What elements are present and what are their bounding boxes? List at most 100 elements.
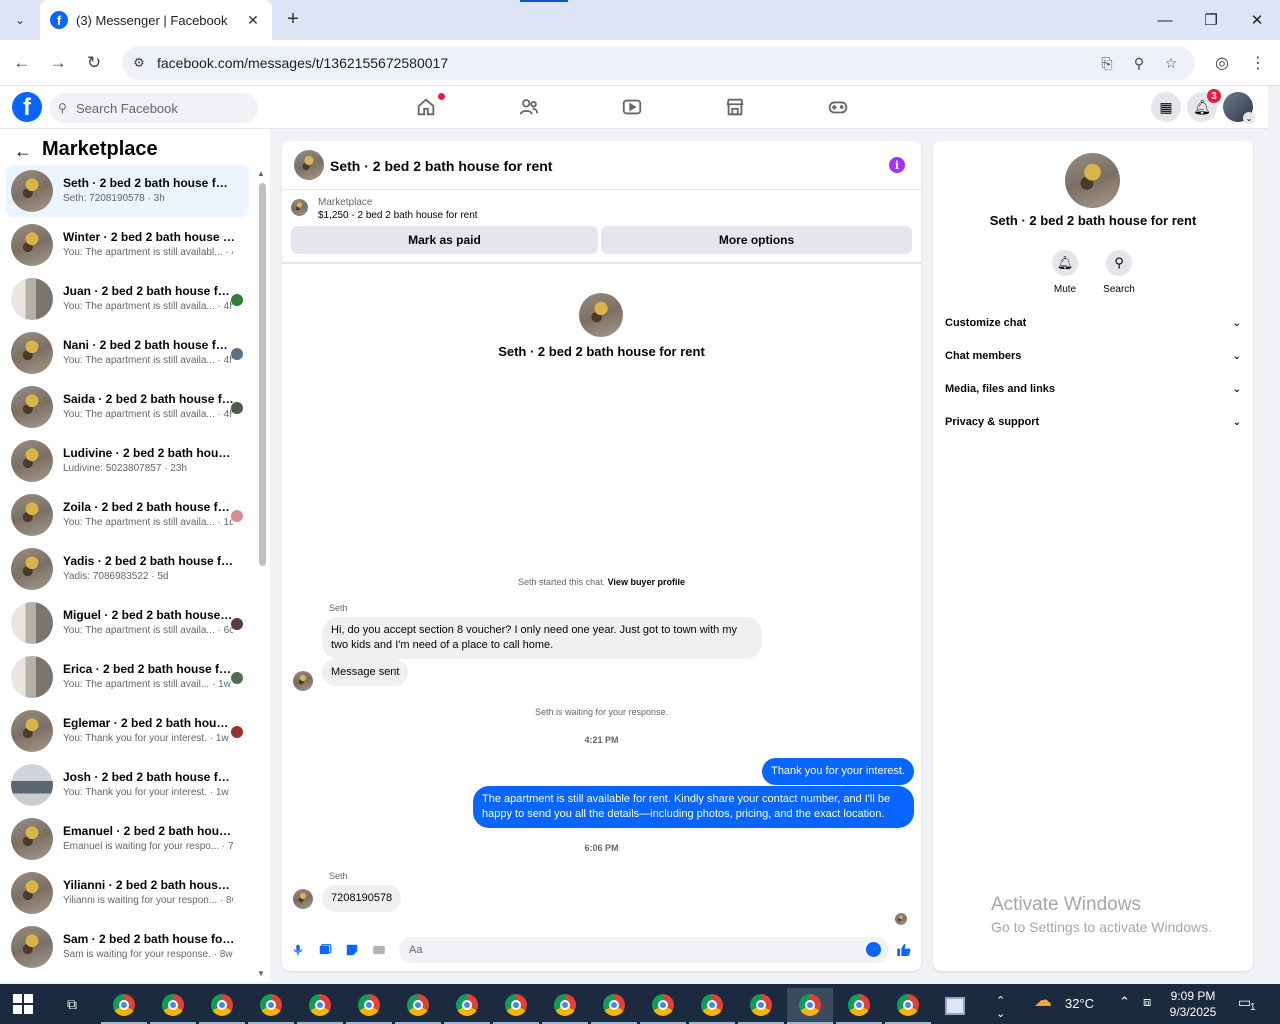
new-tab-icon[interactable]: + xyxy=(282,8,304,30)
page-scrollbar[interactable] xyxy=(1268,86,1280,982)
friends-icon[interactable] xyxy=(518,96,542,120)
incoming-message[interactable]: Hi, do you accept section 8 voucher? I o… xyxy=(322,617,762,659)
weather-icon[interactable]: ☁ xyxy=(1034,990,1052,1011)
mute-button[interactable]: 🔔︎ Mute xyxy=(1040,250,1090,295)
outgoing-message[interactable]: Thank you for your interest. xyxy=(762,758,914,785)
conversation-item[interactable]: Miguel · 2 bed 2 bath house for rent You… xyxy=(6,597,249,649)
incoming-message[interactable]: Message sent xyxy=(322,659,409,686)
sidebar-scrollbar[interactable] xyxy=(259,183,266,566)
sticker-icon[interactable] xyxy=(343,941,361,959)
back-arrow-icon[interactable]: ← xyxy=(14,141,32,162)
chrome-taskbar-icon[interactable] xyxy=(836,988,882,1024)
notification-center-icon[interactable]: ▭ 1 xyxy=(1238,994,1260,1014)
chrome-taskbar-icon[interactable] xyxy=(297,988,343,1024)
chrome-taskbar-icon[interactable] xyxy=(150,988,196,1024)
conversation-item[interactable]: Sam · 2 bed 2 bath house for rent Sam is… xyxy=(6,921,249,973)
chrome-taskbar-icon[interactable] xyxy=(101,988,147,1024)
browser-tab[interactable]: f (3) Messenger | Facebook ✕ xyxy=(40,0,272,40)
listing-title[interactable]: $1,250 - 2 bed 2 bath house for rent xyxy=(318,210,478,221)
conversation-item[interactable]: Eglemar · 2 bed 2 bath house for rent Yo… xyxy=(6,705,249,757)
message-input[interactable]: Aa xyxy=(399,937,889,963)
conversation-item[interactable]: Josh · 2 bed 2 bath house for rent You: … xyxy=(6,759,249,811)
url-text[interactable]: facebook.com/messages/t/1362155672580017 xyxy=(157,55,448,71)
facebook-search-input[interactable]: ⚲ Search Facebook xyxy=(50,93,258,123)
conversation-item[interactable]: Winter · 2 bed 2 bath house for rent You… xyxy=(6,219,249,271)
window-close-icon[interactable]: ✕ xyxy=(1244,8,1270,32)
video-icon[interactable] xyxy=(621,96,645,120)
chrome-taskbar-icon[interactable] xyxy=(248,988,294,1024)
menu-grid-icon[interactable]: ▦ xyxy=(1151,92,1181,122)
chrome-taskbar-icon[interactable] xyxy=(640,988,686,1024)
facebook-logo-icon[interactable]: f xyxy=(12,92,42,122)
scroll-down-icon[interactable]: ▼ xyxy=(257,969,265,978)
microphone-icon[interactable] xyxy=(289,941,307,959)
mark-as-paid-button[interactable]: Mark as paid xyxy=(291,226,598,254)
chat-title[interactable]: Seth · 2 bed 2 bath house for rent xyxy=(330,158,552,174)
hidden-icons-chevron-icon[interactable]: ⌃ xyxy=(1119,994,1130,1010)
marketplace-icon[interactable] xyxy=(724,96,748,120)
conversation-item[interactable]: Nani · 2 bed 2 bath house for rent You: … xyxy=(6,327,249,379)
search-conversation-button[interactable]: ⚲ Search xyxy=(1094,250,1144,295)
thumbs-up-icon[interactable] xyxy=(895,941,913,959)
conversation-item[interactable]: Erica · 2 bed 2 bath house for rent You:… xyxy=(6,651,249,703)
chrome-taskbar-icon[interactable] xyxy=(199,988,245,1024)
tray-expand-icon[interactable]: ⌃ ⌄ xyxy=(996,994,1005,1020)
conversation-item[interactable]: Juan · 2 bed 2 bath house for rent You: … xyxy=(6,273,249,325)
conversation-item[interactable]: Seth · 2 bed 2 bath house for rent Seth:… xyxy=(6,165,249,217)
back-icon[interactable]: ← xyxy=(10,51,34,75)
reload-icon[interactable]: ↻ xyxy=(82,51,106,75)
bookmark-star-icon[interactable]: ☆ xyxy=(1162,54,1180,72)
chrome-taskbar-icon[interactable] xyxy=(689,988,735,1024)
system-clock[interactable]: 9:09 PM 9/3/2025 xyxy=(1163,988,1223,1020)
network-icon[interactable]: ⧈ xyxy=(1143,994,1151,1010)
more-options-button[interactable]: More options xyxy=(601,226,912,254)
minimize-icon[interactable]: — xyxy=(1152,8,1178,32)
chrome-taskbar-icon-active[interactable] xyxy=(787,988,833,1024)
home-icon[interactable] xyxy=(415,93,445,120)
photo-icon[interactable] xyxy=(316,941,334,959)
chrome-menu-icon[interactable]: ⋮ xyxy=(1247,52,1269,74)
windows-start-icon[interactable] xyxy=(13,994,33,1014)
task-view-icon[interactable]: ⧉ xyxy=(62,994,82,1014)
gif-icon[interactable] xyxy=(370,941,388,959)
install-app-icon[interactable]: ⎘ xyxy=(1098,54,1116,72)
conversation-item[interactable]: Saida · 2 bed 2 bath house for rent You:… xyxy=(6,381,249,433)
temperature[interactable]: 32°C xyxy=(1065,996,1094,1011)
gaming-icon[interactable] xyxy=(827,96,851,120)
view-buyer-profile-link[interactable]: View buyer profile xyxy=(608,577,685,587)
restore-icon[interactable]: ❐ xyxy=(1198,8,1224,32)
search-placeholder: Search Facebook xyxy=(76,100,178,116)
outgoing-message[interactable]: The apartment is still available for ren… xyxy=(473,786,914,828)
conversation-item[interactable]: Yadis · 2 bed 2 bath house for rent Yadi… xyxy=(6,543,249,595)
incoming-message[interactable]: 7208190578 xyxy=(322,885,402,912)
chrome-taskbar-icon[interactable] xyxy=(346,988,392,1024)
chat-members-row[interactable]: Chat members ⌄ xyxy=(945,346,1241,366)
chat-header-avatar[interactable] xyxy=(294,150,324,180)
zoom-icon[interactable]: ⚲ xyxy=(1130,54,1148,72)
profile-icon[interactable]: ◎ xyxy=(1211,52,1233,74)
account-chevron-icon[interactable]: ⌄ xyxy=(1243,112,1255,124)
chrome-taskbar-icon[interactable] xyxy=(444,988,490,1024)
privacy-support-row[interactable]: Privacy & support ⌄ xyxy=(945,412,1241,432)
chrome-taskbar-icon[interactable] xyxy=(738,988,784,1024)
customize-chat-row[interactable]: Customize chat ⌄ xyxy=(945,313,1241,333)
address-bar[interactable]: ⚙ facebook.com/messages/t/13621556725800… xyxy=(122,46,1195,80)
media-files-links-row[interactable]: Media, files and links ⌄ xyxy=(945,379,1241,399)
scroll-up-icon[interactable]: ▲ xyxy=(257,169,265,178)
emoji-icon[interactable] xyxy=(866,942,881,957)
chrome-taskbar-icon[interactable] xyxy=(591,988,637,1024)
app-window-taskbar-icon[interactable] xyxy=(932,988,978,1024)
site-settings-icon[interactable]: ⚙ xyxy=(130,54,148,72)
info-icon[interactable]: i xyxy=(889,157,905,173)
chrome-taskbar-icon[interactable] xyxy=(493,988,539,1024)
conversation-item[interactable]: Yilianni · 2 bed 2 bath house for rent Y… xyxy=(6,867,249,919)
conversation-item[interactable]: Emanuel · 2 bed 2 bath house for rent Em… xyxy=(6,813,249,865)
conversation-item[interactable]: Ludivine · 2 bed 2 bath house for rent L… xyxy=(6,435,249,487)
forward-icon[interactable]: → xyxy=(46,51,70,75)
chrome-taskbar-icon[interactable] xyxy=(542,988,588,1024)
chrome-taskbar-icon[interactable] xyxy=(395,988,441,1024)
chrome-taskbar-icon[interactable] xyxy=(885,988,931,1024)
tab-search-icon[interactable]: ⌄ xyxy=(10,10,30,30)
conversation-item[interactable]: Zoila · 2 bed 2 bath house for rent You:… xyxy=(6,489,249,541)
tab-close-icon[interactable]: ✕ xyxy=(244,12,262,29)
